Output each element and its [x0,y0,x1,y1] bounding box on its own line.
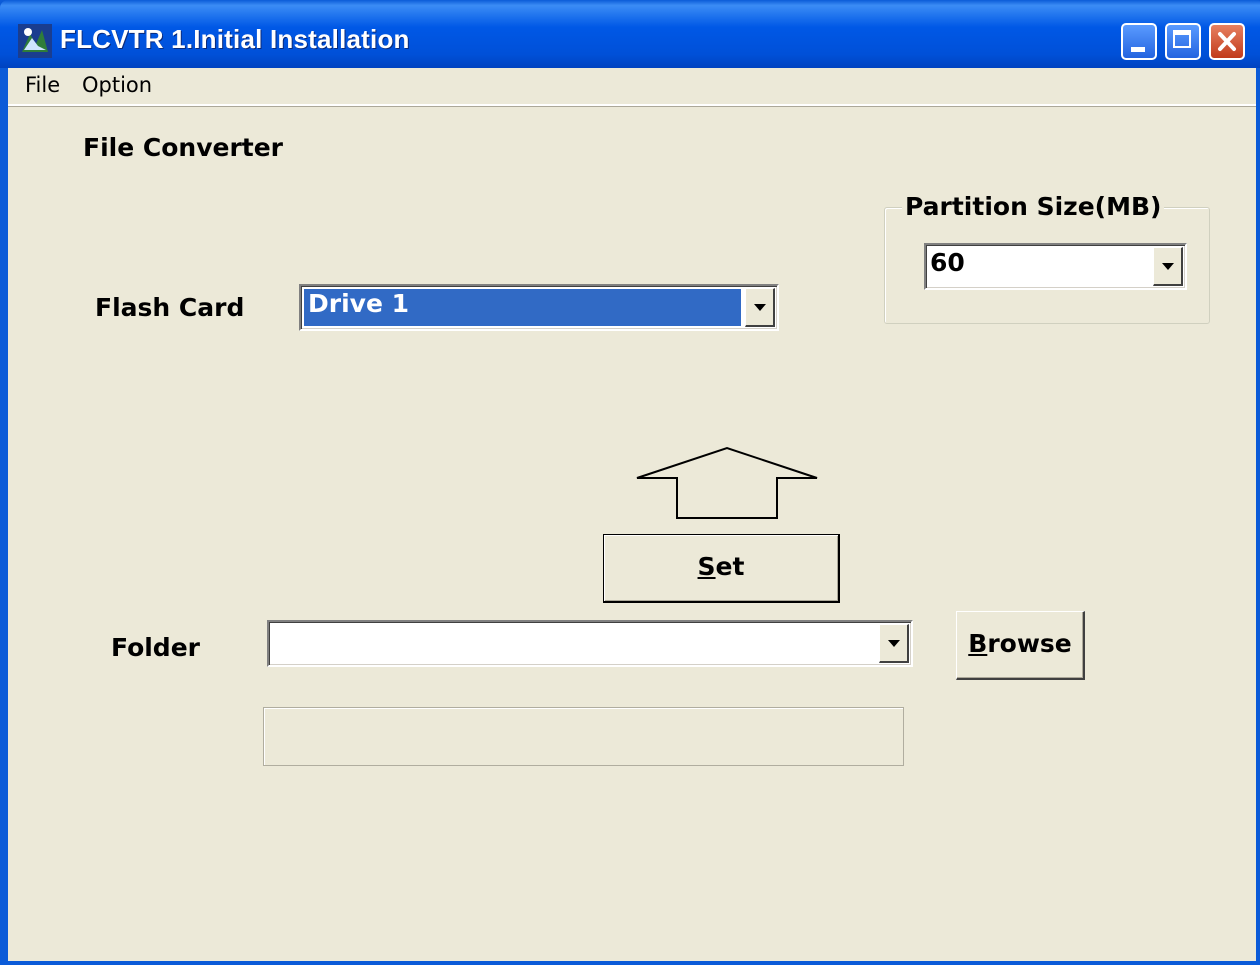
folder-select[interactable] [267,620,913,667]
title-bar[interactable]: FLCVTR 1.Initial Installation [0,0,1260,68]
status-panel [263,707,904,766]
partition-size-dropdown-button[interactable] [1153,247,1183,286]
window-title: FLCVTR 1.Initial Installation [60,24,410,54]
partition-size-select[interactable]: 60 [924,243,1187,290]
up-arrow-icon [636,446,818,519]
menu-option[interactable]: Option [82,73,152,97]
set-button-label: et [715,552,745,581]
folder-label: Folder [111,633,200,662]
partition-size-value: 60 [930,248,965,277]
partition-size-label: Partition Size(MB) [902,192,1165,221]
menu-bar: File Option [8,68,1256,106]
maximize-button[interactable] [1165,23,1201,60]
app-icon [18,24,52,58]
page-title: File Converter [83,133,284,162]
browse-button-label: rowse [987,629,1072,658]
flash-card-label: Flash Card [95,293,245,322]
close-icon [1218,32,1236,51]
set-button-mnemonic: S [697,552,716,581]
flash-card-dropdown-button[interactable] [745,288,775,327]
minimize-icon [1131,47,1145,52]
browse-button[interactable]: Browse [956,611,1085,680]
maximize-icon [1173,30,1191,48]
set-button[interactable]: Set [603,534,840,603]
chevron-down-icon [888,640,900,647]
chevron-down-icon [754,304,766,311]
menu-file[interactable]: File [25,73,60,97]
close-button[interactable] [1209,23,1245,60]
browse-button-mnemonic: B [968,629,988,658]
flash-card-select[interactable]: Drive 1 [299,284,779,331]
folder-dropdown-button[interactable] [879,624,909,663]
minimize-button[interactable] [1121,23,1157,60]
chevron-down-icon [1162,263,1174,270]
flash-card-value: Drive 1 [303,288,742,327]
